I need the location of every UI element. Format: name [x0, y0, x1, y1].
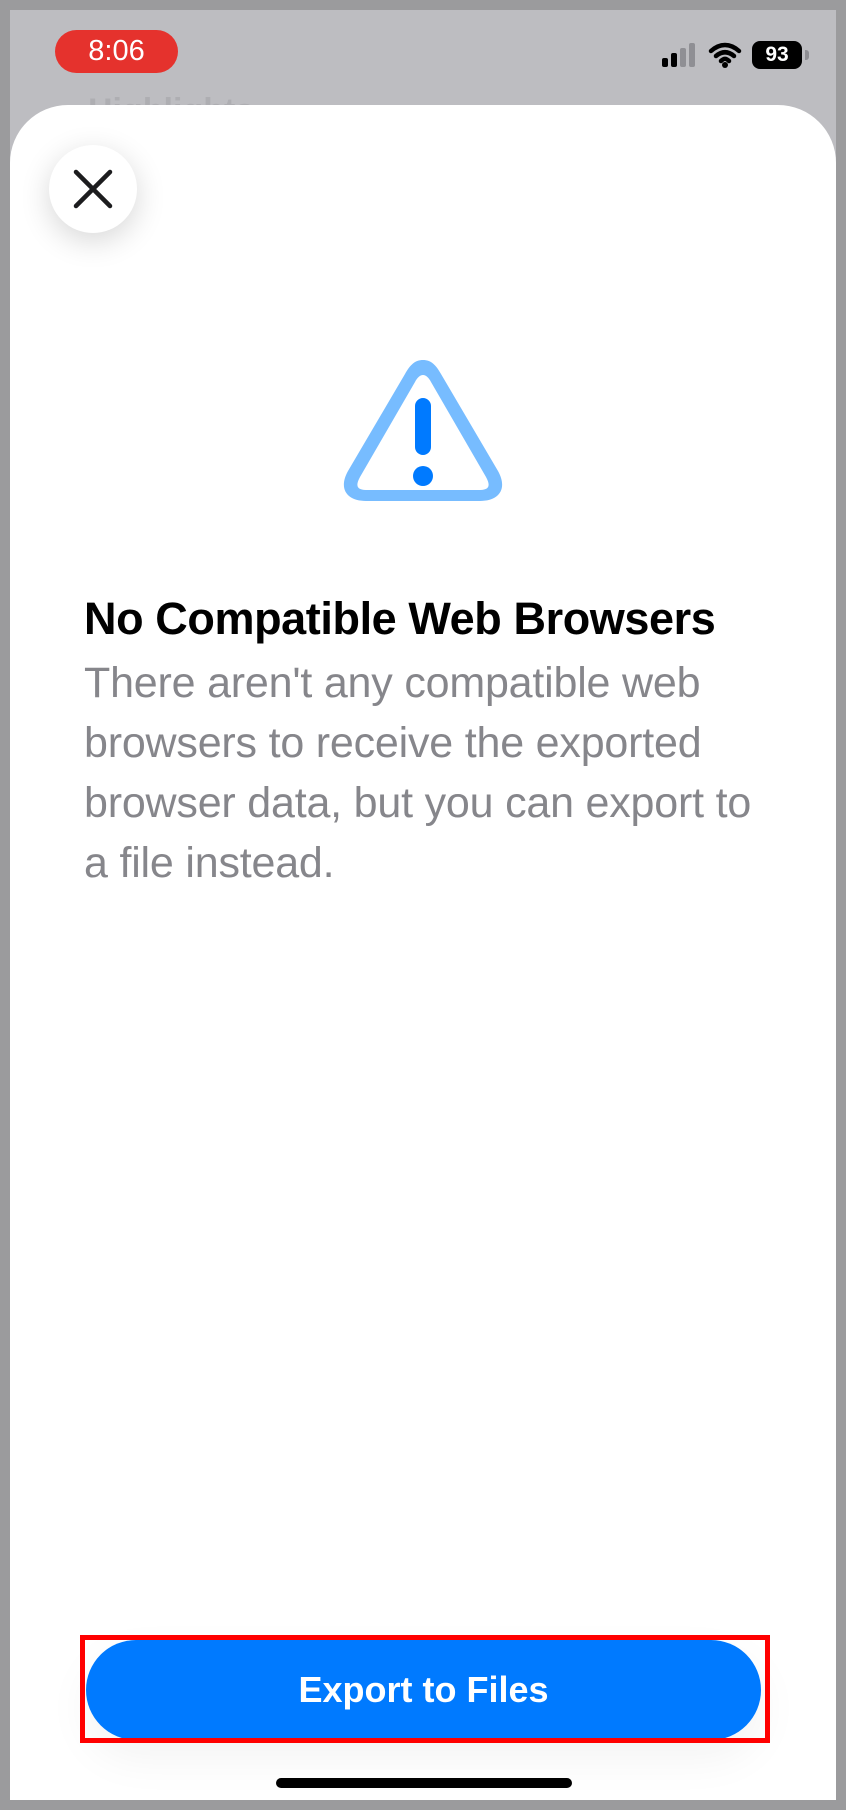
close-button[interactable]: [49, 145, 137, 233]
status-time: 8:06: [88, 35, 145, 67]
signal-icon: [662, 43, 695, 67]
status-time-pill: 8:06: [55, 30, 178, 73]
iphone-screen: 8:06 93 Highlights: [10, 10, 836, 1800]
export-to-files-button[interactable]: Export to Files: [86, 1640, 761, 1740]
wifi-icon: [708, 42, 742, 68]
modal-sheet: No Compatible Web Browsers There aren't …: [10, 105, 836, 1800]
close-icon: [73, 169, 113, 209]
home-indicator[interactable]: [276, 1778, 572, 1788]
status-icons: 93: [660, 40, 809, 70]
battery-level: 93: [765, 43, 789, 66]
sheet-description: There aren't any compatible web browsers…: [84, 659, 752, 887]
warning-triangle-icon: [343, 360, 503, 501]
sheet-title: No Compatible Web Browsers: [84, 593, 716, 644]
battery-icon: 93: [752, 41, 809, 69]
message-content: No Compatible Web Browsers There aren't …: [84, 592, 774, 893]
